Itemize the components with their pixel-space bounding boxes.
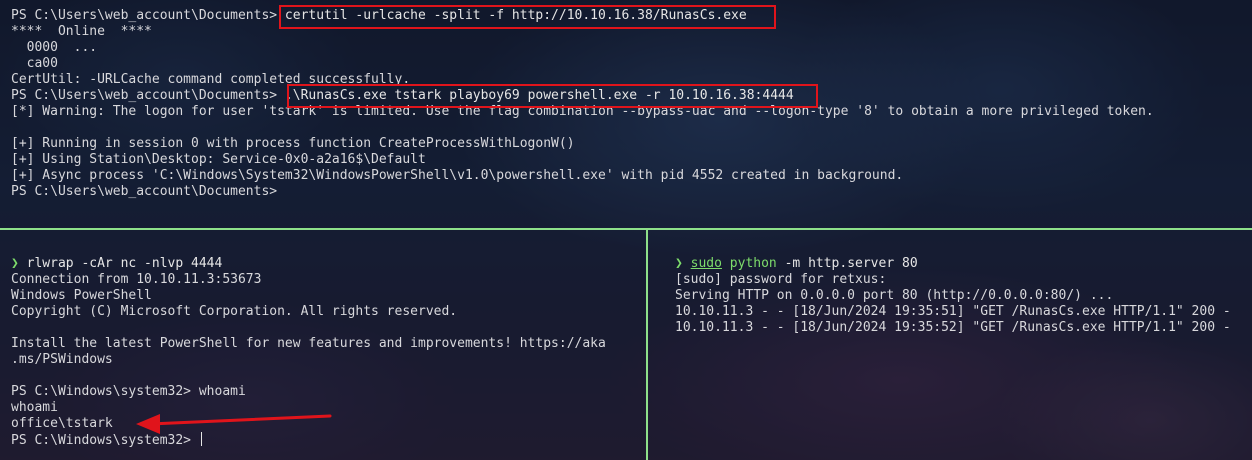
annotation-arrow-icon (136, 414, 332, 434)
